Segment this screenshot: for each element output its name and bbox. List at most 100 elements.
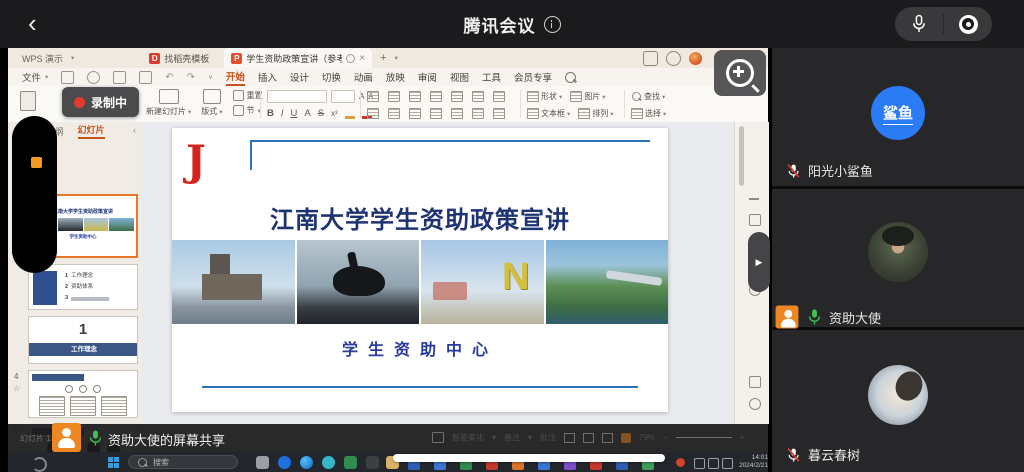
spacing-icon[interactable] bbox=[451, 91, 463, 102]
new-tab-button[interactable]: + bbox=[380, 52, 386, 64]
pin-icon[interactable] bbox=[346, 54, 355, 63]
line-spacing-icon[interactable] bbox=[472, 108, 484, 119]
menu-transition[interactable]: 切换 bbox=[322, 70, 341, 84]
align-left-icon[interactable] bbox=[367, 108, 379, 119]
rail-properties-icon[interactable] bbox=[749, 214, 761, 226]
sidebar-expand-handle[interactable]: ▶ bbox=[748, 232, 770, 292]
beautify-label[interactable]: 智能美化 bbox=[452, 432, 484, 443]
slide-thumb-2[interactable]: 1工作理念 2资助体系 3 bbox=[28, 264, 138, 310]
record-button[interactable] bbox=[944, 15, 992, 34]
menu-design[interactable]: 设计 bbox=[290, 70, 309, 84]
justify-icon[interactable] bbox=[430, 108, 442, 119]
align-right-icon[interactable] bbox=[409, 108, 421, 119]
notes-label[interactable]: 备注 bbox=[504, 432, 520, 443]
strike-button[interactable]: S bbox=[318, 108, 324, 119]
zoom-magnifier-button[interactable] bbox=[714, 50, 766, 96]
new-slide-button[interactable]: 新建幻灯片 ▾ bbox=[146, 89, 191, 117]
section-button[interactable]: 节 ▾ bbox=[233, 105, 263, 116]
select-button[interactable]: 选择 ▾ bbox=[631, 108, 666, 119]
menu-animation[interactable]: 动画 bbox=[354, 70, 373, 84]
shapes-button[interactable]: 形状 ▾ bbox=[527, 91, 562, 102]
distribute-icon[interactable] bbox=[451, 108, 463, 119]
taskbar-clock[interactable]: 14:01 2024/2/21 bbox=[734, 454, 768, 470]
comment-label[interactable]: 批注 bbox=[540, 432, 556, 443]
app-icon-green[interactable] bbox=[344, 456, 357, 469]
read-view-icon[interactable] bbox=[602, 433, 613, 443]
app-icon-teal[interactable] bbox=[322, 456, 335, 469]
volume-icon[interactable] bbox=[708, 458, 719, 469]
tab-close-icon[interactable]: × bbox=[359, 53, 365, 64]
reset-button[interactable]: 重置 bbox=[233, 90, 263, 101]
app-caret-icon[interactable]: ▾ bbox=[71, 54, 74, 62]
char-button[interactable]: A bbox=[304, 108, 310, 119]
floating-widget-overlay[interactable] bbox=[12, 116, 57, 273]
picture-button[interactable]: 图片 ▾ bbox=[570, 91, 605, 102]
zoom-in-icon[interactable]: + bbox=[740, 433, 745, 442]
font-family-select[interactable] bbox=[267, 90, 327, 103]
text-direction-icon[interactable] bbox=[472, 91, 484, 102]
rail-chart-icon[interactable] bbox=[749, 376, 761, 388]
tray-app-icon[interactable] bbox=[676, 458, 685, 467]
device-sync-icon[interactable] bbox=[643, 51, 658, 66]
taskbar-search[interactable]: 搜索 bbox=[128, 455, 238, 469]
arrange-button[interactable]: 排列 ▾ bbox=[578, 108, 613, 119]
italic-button[interactable]: I bbox=[281, 108, 284, 119]
numbering-icon[interactable] bbox=[388, 91, 400, 102]
rail-help-icon[interactable] bbox=[749, 398, 761, 410]
highlight-color-button[interactable] bbox=[345, 107, 355, 119]
output-icon[interactable] bbox=[87, 71, 100, 84]
beautify-icon[interactable] bbox=[432, 432, 444, 443]
menu-insert[interactable]: 插入 bbox=[258, 70, 277, 84]
play-slideshow-icon[interactable] bbox=[621, 433, 631, 443]
tab-presentation[interactable]: P 学生资助政策宣讲（参考资料 × bbox=[224, 48, 372, 68]
current-slide[interactable]: J 江南大学学生资助政策宣讲 N bbox=[172, 128, 668, 412]
menu-slideshow[interactable]: 放映 bbox=[386, 70, 405, 84]
columns-icon[interactable] bbox=[493, 91, 505, 102]
bullets-icon[interactable] bbox=[367, 91, 379, 102]
bold-button[interactable]: B bbox=[267, 108, 274, 119]
zoom-slider[interactable] bbox=[676, 437, 732, 438]
save-icon[interactable] bbox=[61, 71, 74, 84]
tablist-caret-icon[interactable]: ▾ bbox=[395, 54, 398, 62]
menu-member[interactable]: 会员专享 bbox=[514, 70, 552, 84]
sorter-view-icon[interactable] bbox=[583, 433, 594, 443]
pen-icon[interactable] bbox=[722, 458, 733, 469]
wifi-icon[interactable] bbox=[694, 458, 705, 469]
globe-icon[interactable] bbox=[666, 51, 681, 66]
slide-thumb-4[interactable] bbox=[28, 370, 138, 418]
redo-icon[interactable]: ↷ bbox=[187, 72, 195, 83]
taskview-icon[interactable] bbox=[256, 456, 269, 469]
tab-slides[interactable]: 幻灯片 bbox=[78, 123, 105, 139]
align-center-icon[interactable] bbox=[388, 108, 400, 119]
normal-view-icon[interactable] bbox=[564, 433, 575, 443]
mic-button[interactable] bbox=[895, 14, 943, 34]
cloud-icon[interactable] bbox=[139, 71, 152, 84]
start-button[interactable] bbox=[108, 457, 119, 468]
quickbar-caret-icon[interactable]: ∨ bbox=[208, 73, 213, 81]
print-icon[interactable] bbox=[113, 71, 126, 84]
menu-tools[interactable]: 工具 bbox=[482, 70, 501, 84]
superscript-button[interactable]: x² bbox=[331, 109, 338, 118]
app-icon-dark[interactable] bbox=[366, 456, 379, 469]
indent-icon[interactable] bbox=[430, 91, 442, 102]
menu-view[interactable]: 视图 bbox=[450, 70, 469, 84]
recording-badge[interactable]: 录制中 bbox=[62, 87, 139, 117]
underline-button[interactable]: U bbox=[291, 108, 298, 119]
tab-docer[interactable]: D 找稻壳模板 bbox=[142, 48, 216, 68]
user-avatar[interactable] bbox=[689, 52, 702, 65]
file-menu[interactable]: 文件 bbox=[22, 70, 41, 84]
textbox-button[interactable]: 文本框 ▾ bbox=[527, 108, 570, 119]
paste-button[interactable] bbox=[20, 91, 36, 115]
panel-collapse-icon[interactable]: ‹ bbox=[133, 125, 136, 135]
canvas-scrollbar[interactable] bbox=[739, 126, 744, 186]
undo-icon[interactable]: ↶ bbox=[165, 72, 173, 83]
smartart-icon[interactable] bbox=[493, 108, 505, 119]
widgets-icon[interactable] bbox=[32, 457, 47, 472]
font-size-select[interactable] bbox=[331, 90, 355, 103]
menu-review[interactable]: 审阅 bbox=[418, 70, 437, 84]
slide-thumb-3[interactable]: 1 工作理念 bbox=[28, 316, 138, 364]
menu-home[interactable]: 开始 bbox=[226, 69, 245, 86]
layout-button[interactable]: 版式 ▾ bbox=[201, 89, 222, 117]
find-button[interactable]: 查找 ▾ bbox=[631, 91, 666, 102]
zoom-out-icon[interactable]: − bbox=[663, 433, 668, 442]
